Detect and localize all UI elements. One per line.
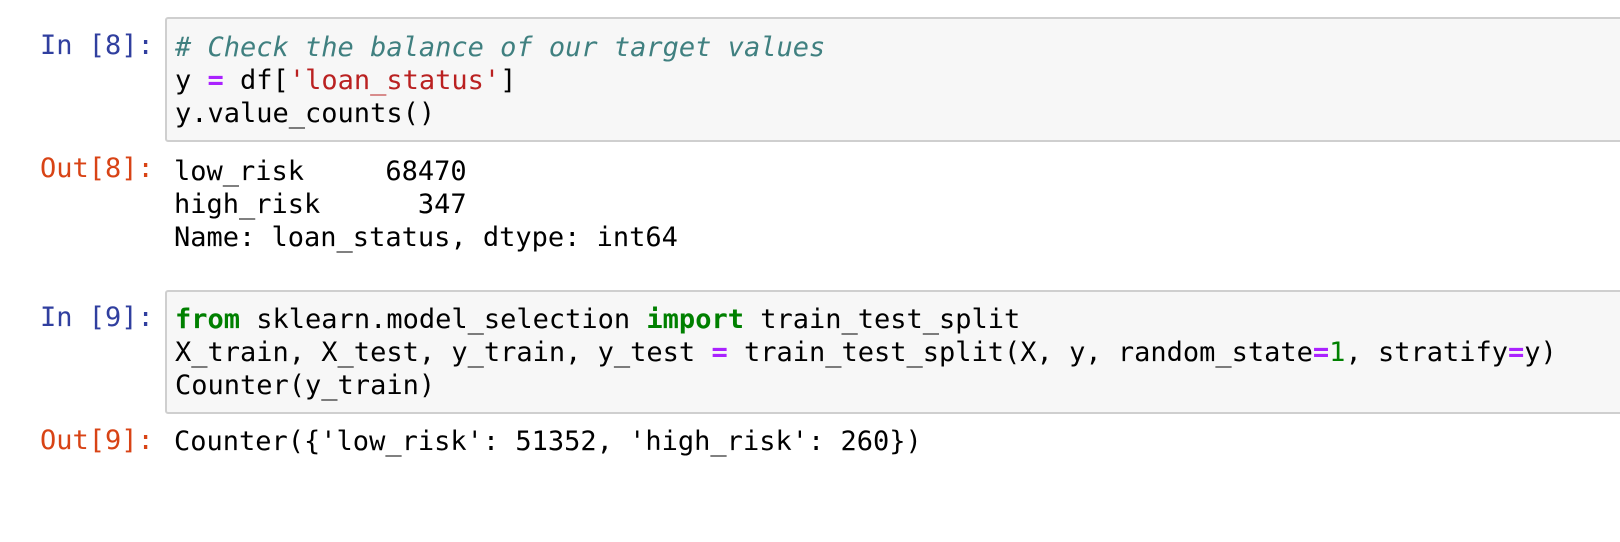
- code-line: Counter(y_train): [175, 369, 435, 402]
- code-token: ]: [500, 65, 517, 96]
- code-operator: =: [1508, 337, 1525, 368]
- code-token: train_test_split: [743, 304, 1021, 335]
- input-prompt: In [8]:: [40, 30, 154, 61]
- code-line: from sklearn.model_selection import trai…: [175, 303, 1020, 336]
- code-token: , stratify: [1345, 337, 1508, 368]
- code-token: train_test_split(X, y, random_state: [727, 337, 1313, 368]
- code-token: y.value_counts(): [175, 98, 436, 129]
- output-prompt: Out[8]:: [40, 153, 154, 184]
- code-token: y: [175, 65, 208, 96]
- code-keyword: from: [175, 304, 241, 335]
- code-line: X_train, X_test, y_train, y_test = train…: [175, 336, 1557, 369]
- code-line: y = df['loan_status']: [175, 64, 516, 97]
- output-line: Counter({'low_risk': 51352, 'high_risk':…: [174, 426, 922, 457]
- code-token: df[: [223, 65, 289, 96]
- code-comment: # Check the balance of our target values: [175, 32, 826, 63]
- code-token: Counter(y_train): [175, 370, 436, 401]
- code-operator: =: [1312, 337, 1330, 368]
- code-line: y.value_counts(): [175, 97, 435, 130]
- code-operator: =: [207, 65, 224, 96]
- code-token: X_train, X_test, y_train, y_test: [175, 337, 712, 368]
- code-string: 'loan_status': [288, 65, 501, 96]
- output-prompt: Out[9]:: [40, 425, 154, 456]
- code-keyword: import: [646, 304, 744, 335]
- code-token: sklearn.model_selection: [240, 304, 647, 335]
- output-line: Name: loan_status, dtype: int64: [174, 222, 678, 253]
- code-token: y): [1524, 337, 1557, 368]
- output-line: low_risk 68470: [174, 156, 467, 187]
- code-line: # Check the balance of our target values: [175, 31, 825, 64]
- code-operator: =: [711, 337, 728, 368]
- input-prompt: In [9]:: [40, 302, 154, 333]
- output-line: high_risk 347: [174, 189, 467, 220]
- code-input-area[interactable]: # Check the balance of our target values…: [165, 17, 1620, 142]
- code-number: 1: [1329, 337, 1346, 368]
- code-input-area[interactable]: from sklearn.model_selection import trai…: [165, 290, 1620, 414]
